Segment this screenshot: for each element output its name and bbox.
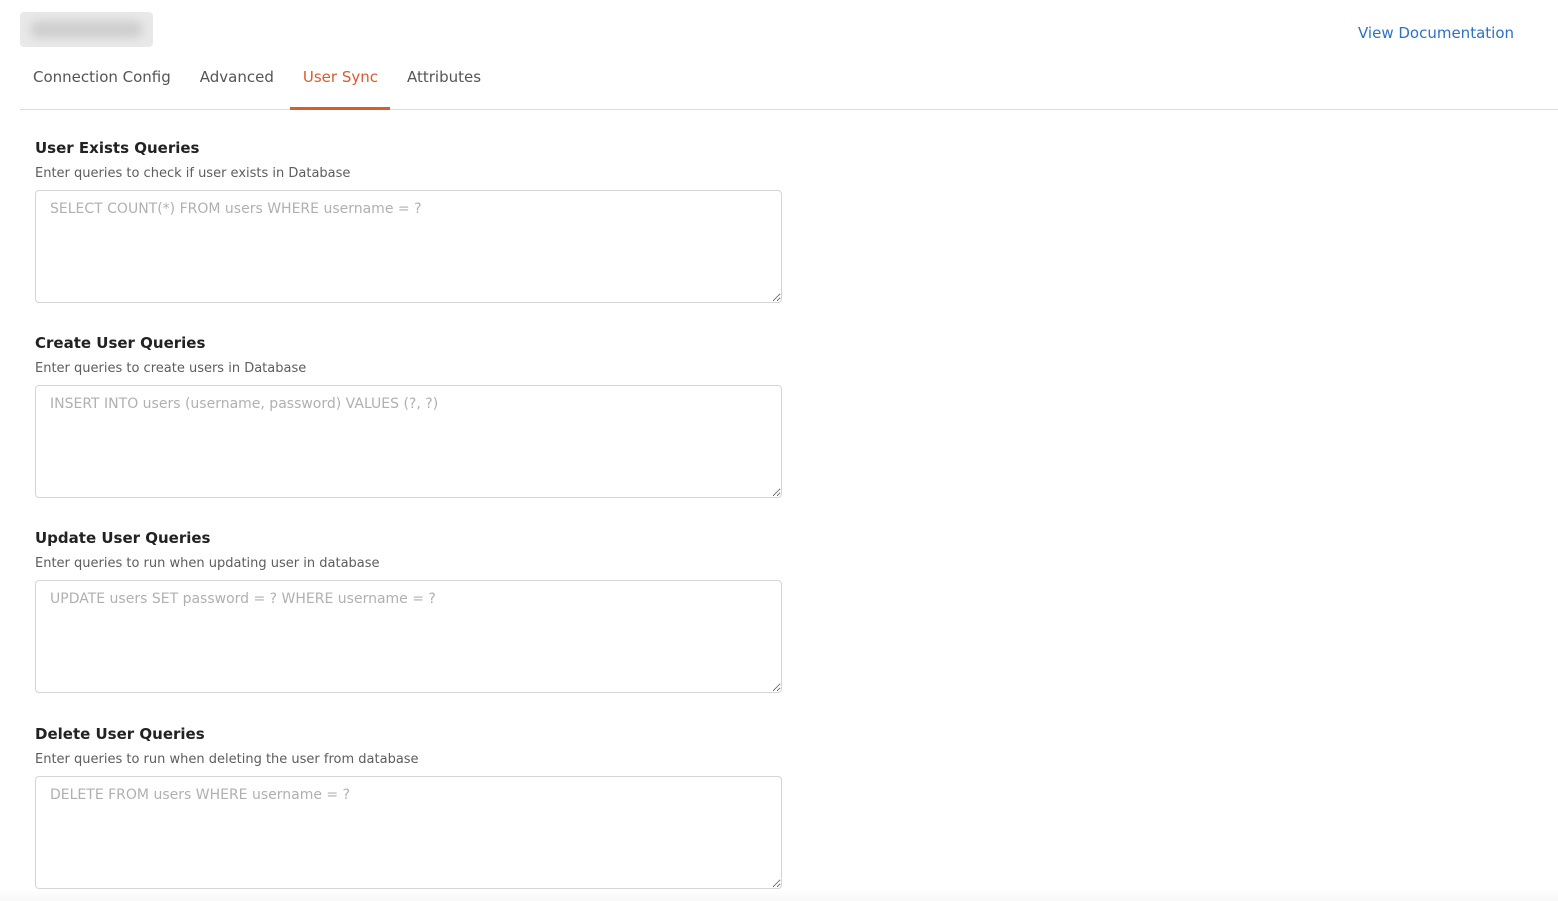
section-description: Enter queries to run when updating user … — [35, 556, 380, 571]
delete-user-queries-input[interactable] — [35, 776, 782, 889]
section-title: Create User Queries — [35, 334, 206, 352]
section-description: Enter queries to create users in Databas… — [35, 361, 307, 376]
section-title: Update User Queries — [35, 529, 211, 547]
logo — [20, 12, 153, 47]
view-documentation-link[interactable]: View Documentation — [1358, 24, 1514, 42]
section-title: Delete User Queries — [35, 725, 205, 743]
create-user-section: Create User Queries Enter queries to cre… — [35, 333, 782, 502]
update-user-queries-input[interactable] — [35, 580, 782, 693]
tab-bar: Connection Config Advanced User Sync Att… — [20, 58, 1558, 110]
tab-user-sync[interactable]: User Sync — [289, 58, 391, 110]
user-exists-section: User Exists Queries Enter queries to che… — [35, 138, 782, 307]
update-user-section: Update User Queries Enter queries to run… — [35, 528, 782, 697]
section-title: User Exists Queries — [35, 139, 200, 157]
user-exists-queries-input[interactable] — [35, 190, 782, 303]
tab-advanced[interactable]: Advanced — [187, 58, 286, 109]
create-user-queries-input[interactable] — [35, 385, 782, 498]
section-description: Enter queries to run when deleting the u… — [35, 752, 419, 767]
delete-user-section: Delete User Queries Enter queries to run… — [35, 724, 782, 893]
tab-connection-config[interactable]: Connection Config — [20, 58, 183, 109]
user-sync-page: View Documentation Connection Config Adv… — [0, 0, 1558, 901]
tab-attributes[interactable]: Attributes — [394, 58, 493, 109]
bottom-fade — [0, 889, 1558, 901]
section-description: Enter queries to check if user exists in… — [35, 166, 351, 181]
